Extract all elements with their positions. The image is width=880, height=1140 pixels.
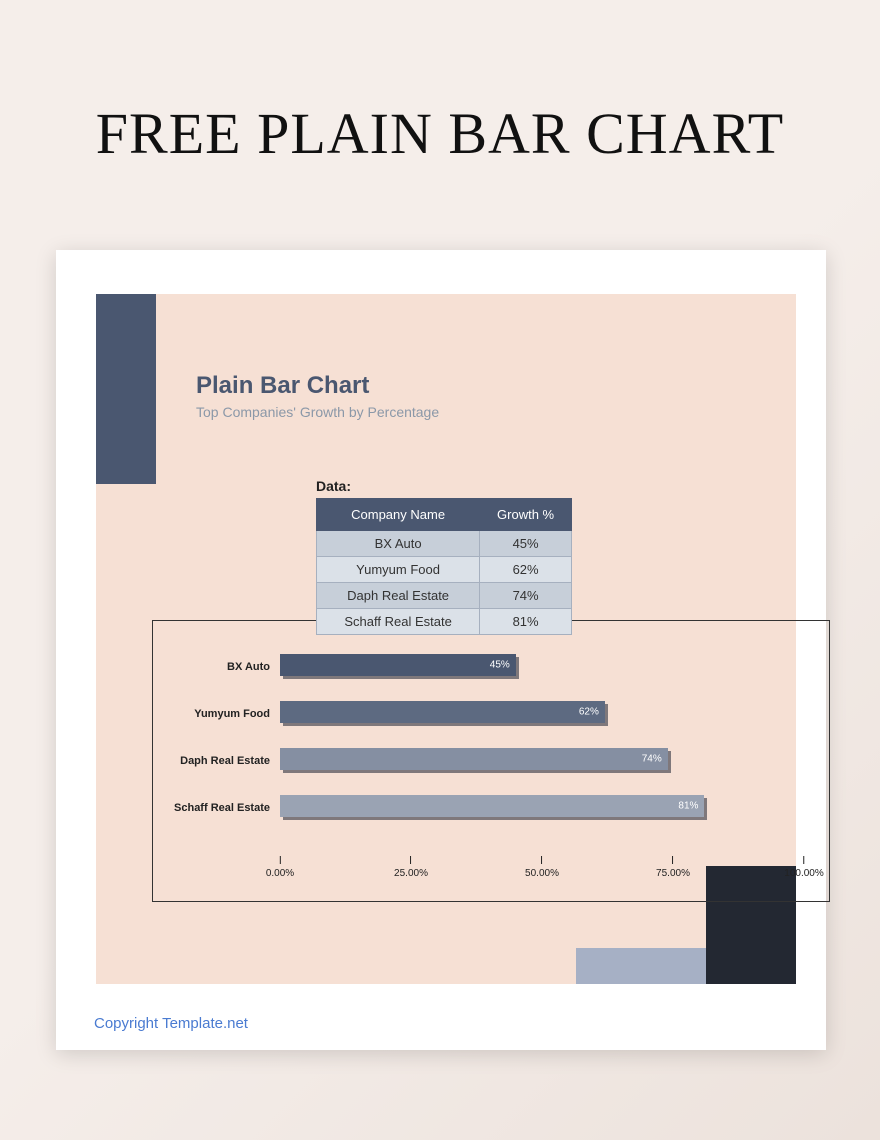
tick-mark [672,856,673,864]
bar-track: 74% [280,748,804,774]
axis-tick: 0.00% [266,856,294,879]
table-row: Schaff Real Estate81% [317,609,572,635]
bar-track: 62% [280,701,804,727]
data-section-label: Data: [316,478,351,494]
table-row: Yumyum Food62% [317,557,572,583]
bar-row: Daph Real Estate 74% [152,746,830,776]
bar: 74% [280,748,668,770]
cell-company-name: Schaff Real Estate [317,609,480,635]
cell-growth: 62% [480,557,572,583]
bar-row: Schaff Real Estate 81% [152,793,830,823]
bar-category-label: Daph Real Estate [152,755,280,767]
chart-title: Plain Bar Chart [196,372,439,400]
cell-company-name: Yumyum Food [317,557,480,583]
decor-light-block [576,948,706,984]
tick-label: 100.00% [784,868,823,879]
bar-row: Yumyum Food 62% [152,699,830,729]
chart-header: Plain Bar Chart Top Companies' Growth by… [196,372,439,420]
cell-company-name: BX Auto [317,531,480,557]
axis-tick: 25.00% [394,856,428,879]
copyright-text: Copyright Template.net [94,1015,248,1032]
bar-value-label: 81% [678,801,698,812]
tick-mark [541,856,542,864]
bar: 45% [280,654,516,676]
data-table: Company Name Growth % BX Auto45%Yumyum F… [316,498,572,635]
bar-value-label: 45% [490,660,510,671]
cell-growth: 74% [480,583,572,609]
bar-track: 45% [280,654,804,680]
bar-value-label: 62% [579,707,599,718]
tick-mark [803,856,804,864]
bar-category-label: Schaff Real Estate [152,802,280,814]
bar: 62% [280,701,605,723]
axis-tick: 50.00% [525,856,559,879]
decor-navy-block [96,294,156,484]
cell-growth: 45% [480,531,572,557]
chart-subtitle: Top Companies' Growth by Percentage [196,404,439,420]
bar-track: 81% [280,795,804,821]
bar-chart: BX Auto 45% Yumyum Food 62% Daph Real Estate… [152,652,830,840]
tick-label: 75.00% [656,868,690,879]
cell-growth: 81% [480,609,572,635]
page-title: FREE PLAIN BAR CHART [0,0,880,167]
bar: 81% [280,795,704,817]
axis-tick: 75.00% [656,856,690,879]
chart-panel: Plain Bar Chart Top Companies' Growth by… [96,294,796,984]
template-card: Plain Bar Chart Top Companies' Growth by… [56,250,826,1050]
tick-label: 25.00% [394,868,428,879]
tick-label: 50.00% [525,868,559,879]
col-header-growth: Growth % [480,499,572,531]
axis-tick: 100.00% [784,856,823,879]
tick-mark [279,856,280,864]
table-row: BX Auto45% [317,531,572,557]
tick-label: 0.00% [266,868,294,879]
bar-value-label: 74% [642,754,662,765]
cell-company-name: Daph Real Estate [317,583,480,609]
col-header-name: Company Name [317,499,480,531]
tick-mark [410,856,411,864]
bar-category-label: BX Auto [152,661,280,673]
table-header-row: Company Name Growth % [317,499,572,531]
bar-row: BX Auto 45% [152,652,830,682]
table-row: Daph Real Estate74% [317,583,572,609]
bar-category-label: Yumyum Food [152,708,280,720]
